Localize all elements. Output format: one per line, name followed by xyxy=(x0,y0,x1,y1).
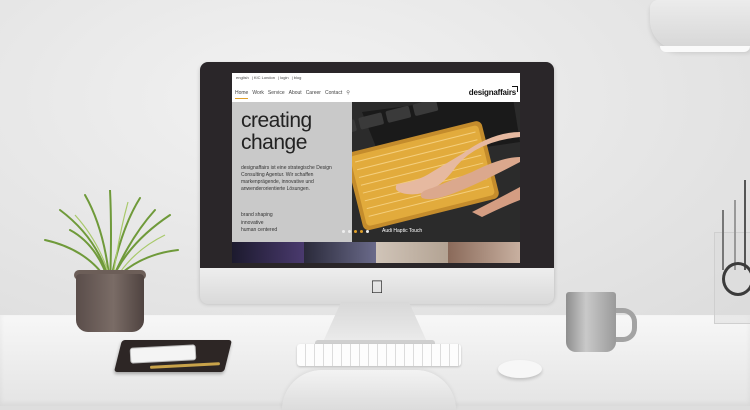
slider-dot[interactable] xyxy=(360,230,363,233)
slide-caption: Audi Haptic Touch xyxy=(382,228,423,234)
hero-tags: brand shaping innovative human centered xyxy=(241,212,277,235)
coffee-mug xyxy=(566,292,616,352)
chair-back xyxy=(282,370,456,410)
lamp-glow xyxy=(660,46,750,52)
apple-logo-icon:  xyxy=(366,276,388,298)
slider-dot[interactable] xyxy=(348,230,351,233)
thumbnail[interactable] xyxy=(232,242,304,263)
main-nav: Home Work Service About Career Contact ⚲ xyxy=(235,90,350,99)
lang-link-blog[interactable]: blog xyxy=(294,75,302,80)
hero-title-line1: creating xyxy=(241,109,312,132)
hero-tag: human centered xyxy=(241,227,278,233)
hero-description: designaffairs ist eine strategische Desi… xyxy=(241,165,332,192)
slider-dot[interactable] xyxy=(342,230,345,233)
brush xyxy=(744,180,746,270)
hero-title: creating change xyxy=(241,110,312,154)
nav-item-career[interactable]: Career xyxy=(306,90,321,99)
slider-dot-active[interactable] xyxy=(354,230,357,233)
search-icon[interactable]: ⚲ xyxy=(346,90,350,99)
lang-link-kic[interactable]: KIC London xyxy=(254,75,275,80)
nav-item-service[interactable]: Service xyxy=(268,90,285,99)
nav-item-home[interactable]: Home xyxy=(235,90,249,99)
logo-corner-icon xyxy=(512,86,518,92)
hero-tag: brand shaping xyxy=(241,212,273,218)
thumbnail[interactable] xyxy=(448,242,520,263)
nav-item-about[interactable]: About xyxy=(289,90,302,99)
nav-item-work[interactable]: Work xyxy=(252,90,264,99)
hero-tag: innovative xyxy=(241,219,264,226)
mouse xyxy=(498,360,542,378)
lamp-shade xyxy=(650,0,750,50)
slider-dot[interactable] xyxy=(366,230,369,233)
thumbnail[interactable] xyxy=(304,242,376,263)
hero-slider: creating change designaffairs ist eine s… xyxy=(232,102,520,242)
lang-link-login[interactable]: login xyxy=(280,75,288,80)
slider-dots xyxy=(342,230,369,233)
site-logo[interactable]: designaffairs xyxy=(469,88,516,97)
lang-link-english[interactable]: english xyxy=(236,75,249,80)
brush xyxy=(722,210,724,270)
plant-pot xyxy=(76,274,144,332)
thumbnail-strip xyxy=(232,242,520,263)
hero-title-line2: change xyxy=(241,131,307,154)
language-bar: english | KIC London | login | blog xyxy=(236,75,302,80)
website-screen: english | KIC London | login | blog Home Wo… xyxy=(232,73,520,263)
scissors-icon xyxy=(722,262,750,296)
nav-item-contact[interactable]: Contact xyxy=(325,90,342,99)
brush xyxy=(734,200,736,270)
thumbnail[interactable] xyxy=(376,242,448,263)
keyboard xyxy=(297,344,461,366)
